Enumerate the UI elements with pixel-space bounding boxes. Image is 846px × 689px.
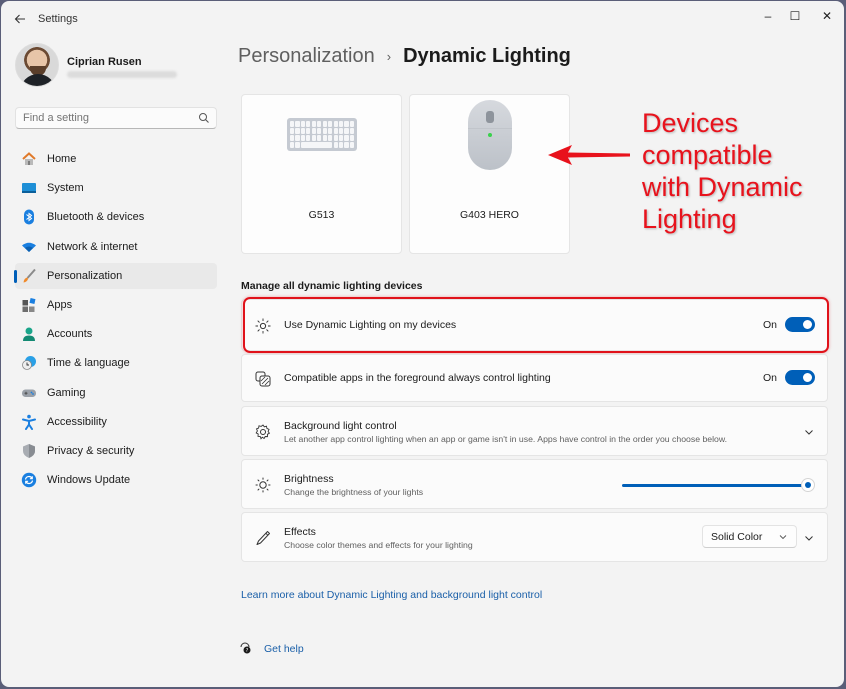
avatar bbox=[15, 43, 59, 87]
device-card-keyboard[interactable]: G513 bbox=[241, 94, 402, 254]
setting-title: Compatible apps in the foreground always… bbox=[284, 372, 551, 384]
sidebar-item-label: Accessibility bbox=[47, 415, 107, 428]
breadcrumb: Personalization › Dynamic Lighting bbox=[238, 45, 571, 68]
bluetooth-icon bbox=[21, 209, 37, 225]
search-icon bbox=[199, 113, 209, 123]
search-box[interactable] bbox=[15, 107, 217, 129]
compatible-apps-toggle[interactable] bbox=[785, 370, 815, 385]
setting-brightness: Brightness Change the brightness of your… bbox=[241, 459, 828, 509]
minimize-button[interactable]: – bbox=[754, 5, 782, 27]
apps-control-icon bbox=[255, 371, 271, 387]
annotation-line: Devices bbox=[642, 108, 739, 138]
annotation-highlight-box bbox=[243, 297, 829, 353]
home-icon bbox=[21, 151, 37, 167]
sidebar-item-label: Personalization bbox=[47, 269, 123, 282]
setting-effects: Effects Choose color themes and effects … bbox=[241, 512, 828, 562]
annotation-callout: Devices compatible with Dynamic Lighting bbox=[642, 107, 803, 235]
annotation-line: with Dynamic bbox=[642, 172, 803, 202]
user-email-redacted bbox=[67, 71, 177, 78]
gear-icon bbox=[255, 424, 271, 440]
chevron-down-icon bbox=[779, 535, 787, 540]
sidebar-item-home[interactable]: Home bbox=[15, 146, 217, 172]
learn-more-link[interactable]: Learn more about Dynamic Lighting and ba… bbox=[241, 589, 542, 601]
setting-subtitle: Let another app control lighting when an… bbox=[284, 434, 728, 444]
effects-dropdown[interactable]: Solid Color bbox=[702, 525, 797, 548]
breadcrumb-separator: › bbox=[386, 49, 392, 64]
settings-window: Settings – ☐ ✕ Ciprian Rusen Home System… bbox=[1, 1, 844, 687]
chevron-down-icon[interactable] bbox=[803, 532, 815, 544]
brightness-slider-track[interactable] bbox=[622, 484, 808, 487]
setting-title: Brightness bbox=[284, 473, 334, 485]
apps-icon bbox=[21, 297, 37, 313]
help-icon: ? bbox=[240, 642, 251, 654]
sidebar-item-accessibility[interactable]: Accessibility bbox=[15, 409, 217, 435]
close-button[interactable]: ✕ bbox=[813, 5, 841, 27]
sidebar-item-network[interactable]: Network & internet bbox=[15, 234, 217, 260]
section-title: Manage all dynamic lighting devices bbox=[241, 280, 423, 292]
device-name: G513 bbox=[308, 209, 335, 221]
sidebar-item-label: Windows Update bbox=[47, 474, 131, 487]
account-icon bbox=[21, 326, 37, 342]
back-button[interactable] bbox=[11, 10, 29, 28]
title-bar: Settings – ☐ ✕ bbox=[1, 1, 844, 37]
page-title: Dynamic Lighting bbox=[403, 45, 571, 67]
accessibility-icon bbox=[21, 414, 37, 430]
sun-icon bbox=[255, 477, 271, 493]
sidebar-item-label: Privacy & security bbox=[47, 444, 135, 457]
maximize-button[interactable]: ☐ bbox=[781, 5, 809, 27]
sidebar-item-bluetooth[interactable]: Bluetooth & devices bbox=[15, 204, 217, 230]
user-name: Ciprian Rusen bbox=[67, 56, 142, 68]
sidebar-item-label: Accounts bbox=[47, 328, 93, 341]
sidebar-item-time-language[interactable]: Time & language bbox=[15, 350, 217, 376]
keyboard-icon bbox=[287, 118, 357, 151]
shield-icon bbox=[21, 443, 37, 459]
wifi-icon bbox=[21, 239, 37, 255]
annotation-line: Lighting bbox=[642, 204, 737, 234]
active-indicator bbox=[14, 269, 17, 283]
sidebar-item-windows-update[interactable]: Windows Update bbox=[15, 467, 217, 493]
sidebar-nav: Home System Bluetooth & devices Network … bbox=[14, 146, 217, 496]
sidebar-item-label: Home bbox=[47, 153, 77, 165]
sidebar-item-privacy[interactable]: Privacy & security bbox=[15, 438, 217, 464]
sidebar-item-personalization[interactable]: Personalization bbox=[14, 262, 217, 289]
breadcrumb-parent[interactable]: Personalization bbox=[238, 45, 375, 68]
brush-icon bbox=[21, 268, 37, 284]
setting-subtitle: Change the brightness of your lights bbox=[284, 487, 424, 497]
sidebar-item-gaming[interactable]: Gaming bbox=[15, 380, 217, 406]
setting-compatible-apps: Compatible apps in the foreground always… bbox=[241, 354, 828, 402]
clock-globe-icon bbox=[21, 355, 37, 371]
app-title: Settings bbox=[38, 13, 78, 25]
gamepad-icon bbox=[21, 385, 37, 401]
device-card-mouse[interactable]: G403 HERO bbox=[409, 94, 570, 254]
dropdown-value: Solid Color bbox=[711, 531, 763, 543]
annotation-line: compatible bbox=[642, 140, 773, 170]
get-help-link[interactable]: Get help bbox=[264, 643, 304, 655]
setting-background-light-control[interactable]: Background light control Let another app… bbox=[241, 406, 828, 456]
sidebar-item-apps[interactable]: Apps bbox=[15, 292, 217, 318]
sidebar-item-accounts[interactable]: Accounts bbox=[15, 321, 217, 347]
sidebar-item-label: Bluetooth & devices bbox=[47, 211, 145, 224]
update-icon bbox=[21, 472, 37, 488]
toggle-state-text: On bbox=[762, 372, 777, 384]
annotation-arrow-icon bbox=[548, 145, 630, 165]
setting-title: Background light control bbox=[284, 420, 397, 432]
sidebar-item-label: Gaming bbox=[47, 386, 86, 399]
pen-icon bbox=[256, 531, 270, 545]
back-arrow-icon bbox=[14, 14, 25, 24]
setting-title: Effects bbox=[284, 526, 316, 538]
device-name: G403 HERO bbox=[460, 209, 519, 221]
svg-text:?: ? bbox=[246, 648, 249, 654]
setting-subtitle: Choose color themes and effects for your… bbox=[284, 540, 473, 550]
system-icon bbox=[21, 180, 37, 196]
search-input[interactable] bbox=[23, 112, 183, 124]
sidebar-item-label: Apps bbox=[47, 298, 73, 311]
brightness-slider-thumb[interactable] bbox=[801, 478, 815, 492]
sidebar-item-system[interactable]: System bbox=[15, 175, 217, 201]
mouse-icon bbox=[468, 100, 512, 170]
chevron-down-icon[interactable] bbox=[803, 426, 815, 438]
sidebar-item-label: Time & language bbox=[47, 357, 130, 370]
sidebar-item-label: Network & internet bbox=[47, 240, 138, 253]
sidebar-item-label: System bbox=[47, 182, 84, 195]
